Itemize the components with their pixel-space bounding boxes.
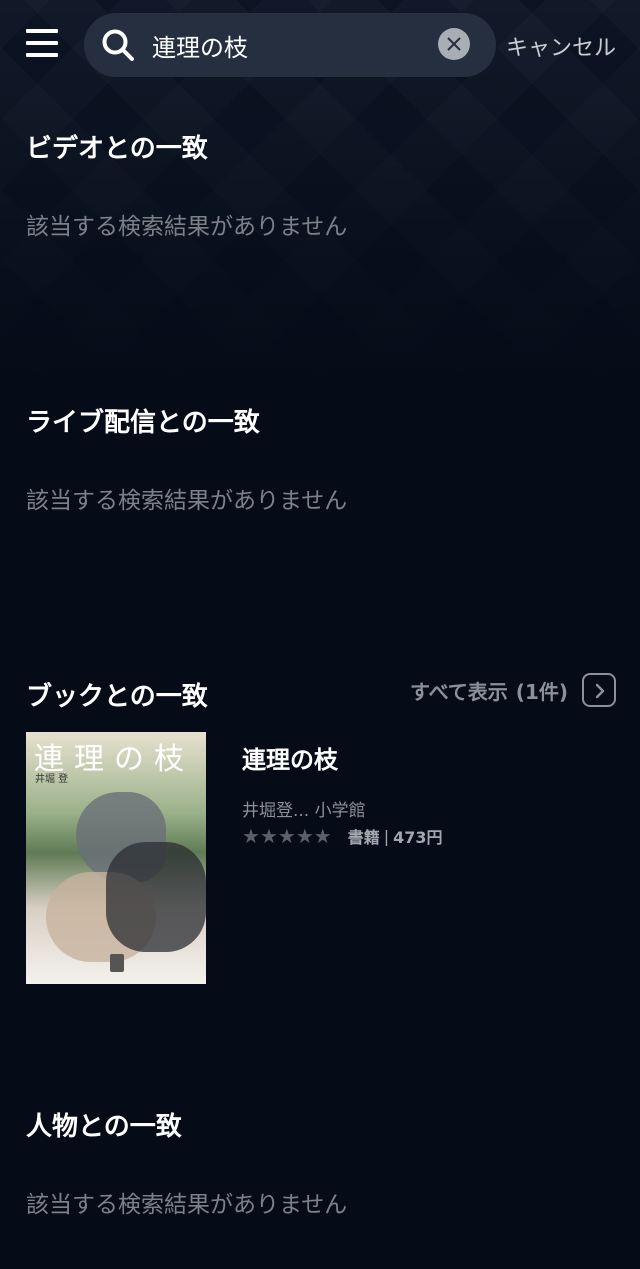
- cover-author: 井堀 登: [35, 774, 69, 785]
- star-icon: ★: [295, 824, 314, 848]
- search-box[interactable]: [84, 13, 496, 77]
- live-empty-message: 該当する検索結果がありません: [26, 488, 348, 514]
- section-title-video: ビデオとの一致: [26, 134, 208, 164]
- person-results-section: 人物との一致 該当する検索結果がありません: [26, 1106, 616, 1219]
- cancel-button[interactable]: キャンセル: [506, 30, 636, 62]
- book-type: 書籍: [347, 828, 380, 847]
- search-icon: [100, 27, 136, 63]
- star-icon: ★: [313, 824, 332, 848]
- book-title[interactable]: 連理の枝: [242, 740, 338, 775]
- publisher-logo: [110, 954, 124, 972]
- star-rating: ★ ★ ★ ★ ★: [242, 826, 332, 846]
- see-all-books-link[interactable]: すべて表示 (1件): [410, 670, 616, 710]
- see-all-label: すべて表示: [409, 679, 508, 704]
- clear-search-button[interactable]: [438, 28, 470, 60]
- star-icon: ★: [259, 824, 278, 848]
- section-title-live: ライブ配信との一致: [26, 408, 260, 438]
- book-results-section: ブックとの一致 すべて表示 (1件) 連理の枝 井堀 登 連理の枝 井堀登...…: [26, 673, 616, 1006]
- live-results-section: ライブ配信との一致 該当する検索結果がありません: [26, 402, 616, 515]
- person-empty-message: 該当する検索結果がありません: [26, 1192, 348, 1218]
- book-cover-image[interactable]: 連理の枝 井堀 登: [26, 732, 206, 984]
- video-empty-message: 該当する検索結果がありません: [26, 214, 348, 240]
- see-all-count: (1件): [515, 679, 568, 704]
- section-title-person: 人物との一致: [26, 1112, 182, 1142]
- star-icon: ★: [277, 824, 296, 848]
- video-results-section: ビデオとの一致 該当する検索結果がありません: [26, 128, 616, 241]
- book-rating-row: ★ ★ ★ ★ ★ 書籍 | 473円: [242, 824, 443, 848]
- chevron-right-icon: [582, 673, 616, 707]
- meta-divider: |: [383, 826, 390, 846]
- book-author-publisher: 井堀登... 小学館: [242, 801, 366, 821]
- cover-figure: [106, 842, 206, 952]
- hamburger-menu-icon[interactable]: [26, 29, 60, 61]
- book-result-item[interactable]: 連理の枝 井堀 登 連理の枝 井堀登... 小学館 ★ ★ ★ ★ ★ 書籍 |…: [26, 732, 616, 988]
- close-icon: [447, 37, 461, 51]
- search-input[interactable]: [152, 25, 432, 65]
- search-header: キャンセル: [0, 0, 640, 92]
- star-icon: ★: [242, 824, 260, 848]
- book-price: 473円: [393, 828, 443, 847]
